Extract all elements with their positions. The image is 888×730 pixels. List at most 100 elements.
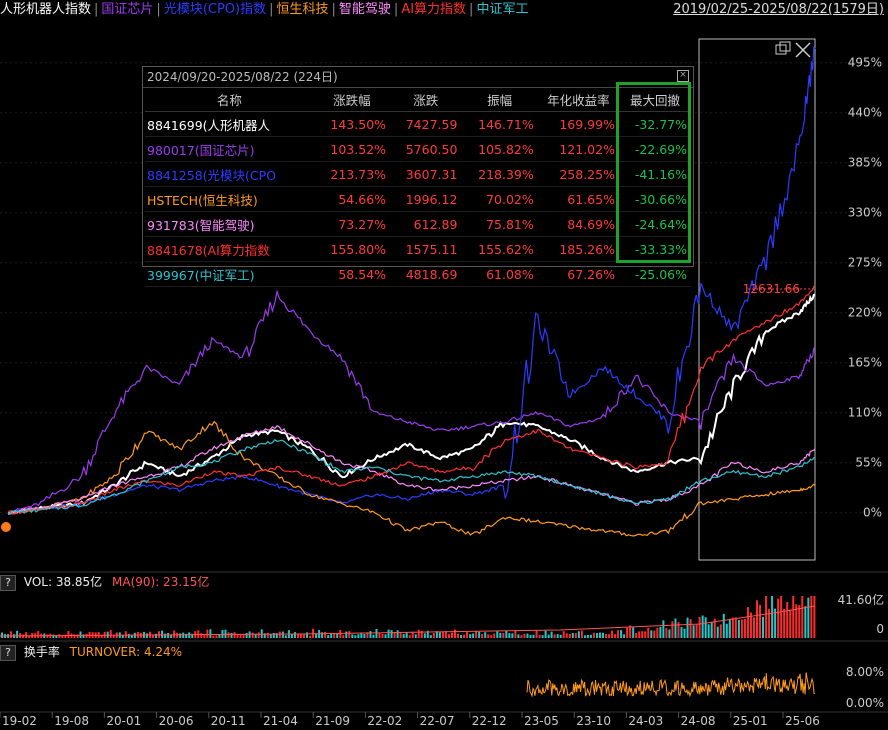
max-drawdown-highlight [616, 82, 691, 263]
volume-bar [595, 633, 598, 638]
price-label: 12631.66 [743, 282, 800, 296]
volume-bar [683, 628, 686, 638]
volume-bar [46, 634, 49, 638]
x-tick-label: 20-01 [106, 714, 141, 728]
cell-pct: 103.52% [313, 136, 391, 162]
volume-bar [447, 634, 450, 638]
volume-bar [608, 634, 611, 638]
volume-bar [127, 633, 130, 638]
table-row[interactable]: 399967(中证军工) 58.54% 4818.69 61.08% 67.26% -25… [145, 261, 691, 287]
cell-pct: 58.54% [313, 261, 391, 287]
stats-table: 2024/09/20-2025/08/22 (224日) × 名称 涨跌幅 涨跌 振幅… [142, 66, 694, 287]
volume-bar [783, 608, 786, 638]
y-tick-label: 440% [848, 106, 882, 120]
table-row[interactable]: 931783(智能驾驶) 73.27% 612.89 75.81% 84.69% -24.… [145, 211, 691, 237]
volume-bar [698, 616, 701, 638]
volume-bar [710, 622, 713, 638]
volume-bar [16, 630, 19, 638]
table-row[interactable]: 8841699(人形机器人 143.50% 7427.59 146.71% 169.99… [145, 111, 691, 137]
cell-amp: 146.71% [461, 111, 538, 137]
volume-bar [487, 634, 490, 638]
volume-bar [737, 620, 740, 638]
turnover-panel-label: ? 换手率 TURNOVER: 4.24% [0, 643, 182, 661]
volume-bar [173, 630, 176, 638]
volume-bar [284, 635, 287, 638]
volume-bar [547, 634, 550, 638]
volume-bar [565, 633, 568, 638]
turnover-line [526, 672, 816, 698]
volume-bar [396, 630, 399, 638]
volume-bar [798, 605, 801, 638]
vol-tick-label: 0 [876, 622, 884, 636]
stats-grid: 名称 涨跌幅 涨跌 振幅 年化收益率 最大回撤 8841699(人形机器人 143.50% 7… [145, 88, 691, 287]
volume-bar [571, 633, 574, 638]
y-tick-label: 220% [848, 306, 882, 320]
table-row[interactable]: 8841258(光模块(CPO 213.73% 3607.31 218.39% 258.… [145, 161, 691, 187]
cell-ann: 185.26% [537, 236, 619, 262]
volume-bar [580, 630, 583, 638]
volume-bar [535, 630, 538, 638]
x-tick-label: 22-07 [420, 714, 455, 728]
volume-bar [481, 634, 484, 638]
volume-bar [611, 630, 614, 638]
volume-bar [752, 617, 755, 638]
volume-bar [662, 620, 665, 638]
volume-bar [438, 632, 441, 638]
volume-bar [333, 633, 336, 638]
column-header[interactable]: 涨跌 [390, 88, 462, 112]
x-tick-label: 22-02 [367, 714, 402, 728]
restore-icon [779, 41, 791, 52]
column-header[interactable]: 年化收益率 [537, 88, 619, 112]
volume-bar [269, 634, 272, 638]
column-header[interactable]: 振幅 [461, 88, 538, 112]
cell-chg: 5760.50 [390, 136, 462, 162]
volume-bar [499, 632, 502, 638]
help-icon[interactable]: ? [0, 574, 16, 591]
y-tick-label: 110% [848, 406, 882, 420]
table-row[interactable]: 980017(国证芯片) 103.52% 5760.50 105.82% 121.02%… [145, 136, 691, 162]
table-row[interactable]: 8841678(AI算力指数 155.80% 1575.11 155.62% 185.2… [145, 236, 691, 262]
x-tick-label: 19-02 [2, 714, 37, 728]
volume-bar [354, 635, 357, 638]
volume-bar [731, 617, 734, 638]
volume-bar [614, 634, 617, 638]
close-icon[interactable]: × [677, 70, 689, 82]
column-header[interactable]: 涨跌幅 [313, 88, 391, 112]
volume-bar [574, 633, 577, 638]
volume-bar [562, 631, 565, 638]
volume-bar [164, 633, 167, 638]
column-header[interactable]: 名称 [145, 88, 314, 112]
turnover-value: TURNOVER: 4.24% [69, 645, 183, 659]
help-icon[interactable]: ? [0, 644, 16, 661]
volume-bar [804, 606, 807, 638]
y-tick-label: 275% [848, 256, 882, 270]
volume-bar [719, 624, 722, 638]
volume-bar [632, 627, 635, 638]
volume-bar [460, 634, 463, 638]
volume-bar [182, 632, 185, 638]
volume-bar [209, 629, 212, 638]
cell-dd: -25.06% [618, 261, 691, 287]
volume-bar [592, 632, 595, 638]
volume-bar [665, 628, 668, 638]
origin-marker [1, 522, 11, 532]
volume-bar [529, 634, 532, 638]
volume-bar [266, 632, 269, 638]
volume-bar [109, 630, 112, 638]
volume-bar [695, 624, 698, 638]
volume-bar [771, 596, 774, 638]
volume-bar [671, 621, 674, 638]
volume-bar [626, 627, 629, 638]
volume-bar [405, 632, 408, 638]
volume-bar [230, 632, 233, 638]
volume-bar [689, 619, 692, 638]
volume-bar [58, 634, 61, 638]
volume-bar [511, 633, 514, 638]
volume-bar [25, 632, 28, 638]
cell-pct: 213.73% [313, 161, 391, 187]
volume-bar [466, 631, 469, 638]
volume-bar [707, 624, 710, 638]
table-row[interactable]: HSTECH(恒生科技) 54.66% 1996.12 70.02% 61.65% -30… [145, 186, 691, 212]
cell-ann: 61.65% [537, 186, 619, 212]
volume-bar [414, 634, 417, 638]
